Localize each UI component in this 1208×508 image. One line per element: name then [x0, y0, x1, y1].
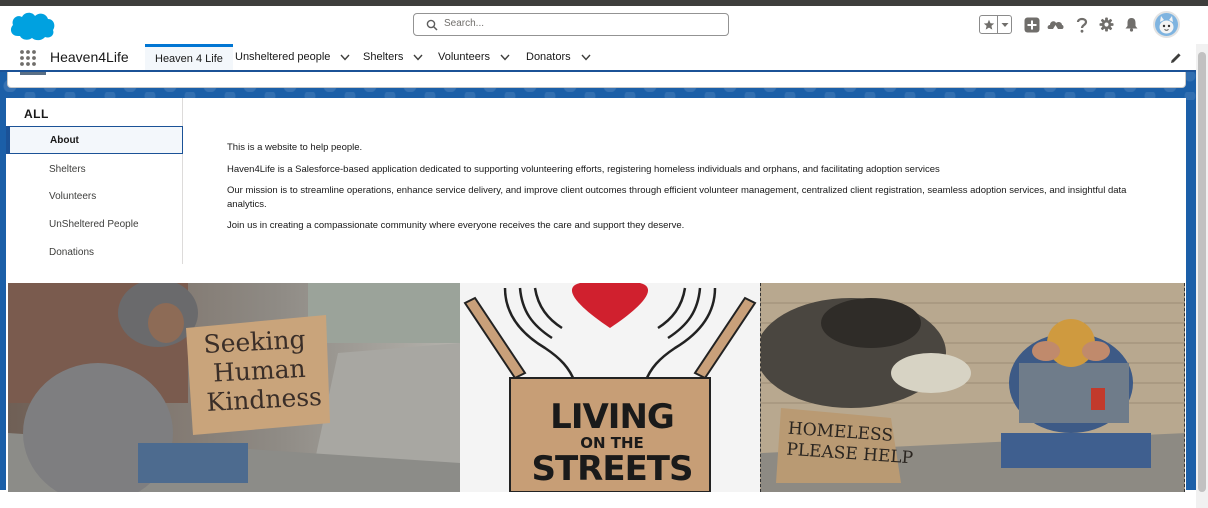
vertical-nav-item-unsheltered-people[interactable]: UnSheltered People — [6, 210, 183, 238]
page-bottom — [0, 492, 1196, 508]
tab-heaven-4-life[interactable]: Heaven 4 Life — [145, 44, 233, 70]
sign-line: LIVING — [550, 397, 675, 437]
global-search-box[interactable]: Search... — [413, 13, 729, 36]
about-paragraph: This is a website to help people. — [227, 142, 363, 153]
homeless-images-banner: Seeking Human Kindness LIVING ON THE STR… — [8, 283, 1185, 492]
favorites-star-icon[interactable] — [980, 16, 999, 33]
app-navigation-bar: Heaven4Life Heaven 4 Life Unsheltered pe… — [0, 44, 1208, 72]
sign-line: STREETS — [531, 449, 694, 489]
global-actions-plus-icon[interactable] — [1023, 16, 1040, 33]
about-content-card: ALL About Shelters Volunteers UnSheltere… — [6, 98, 1186, 282]
global-header: Search... — [0, 6, 1208, 44]
vertical-nav-item-volunteers[interactable]: Volunteers — [6, 182, 183, 210]
tab-label: Donators — [526, 51, 571, 63]
app-launcher-icon[interactable] — [19, 49, 37, 67]
chevron-down-icon[interactable] — [581, 54, 591, 61]
sign-text-3: HOMELESS PLEASE HELP — [786, 419, 915, 470]
salesforce-cloud-logo[interactable] — [8, 10, 56, 42]
notifications-bell-icon[interactable] — [1123, 16, 1140, 33]
tab-label: Volunteers — [438, 51, 490, 63]
about-paragraph: Our mission is to streamline operations,… — [227, 185, 1127, 210]
homeless-please-help-image: HOMELESS PLEASE HELP — [760, 283, 1185, 492]
chevron-down-icon[interactable] — [413, 54, 423, 61]
search-placeholder: Search... — [444, 18, 485, 29]
chevron-down-icon[interactable] — [340, 54, 350, 61]
sign-line: Kindness — [205, 381, 323, 417]
tab-shelters[interactable]: Shelters — [363, 44, 423, 70]
header-card-bottom — [7, 72, 1186, 88]
sign-text-2: LIVING ON THE STREETS — [512, 399, 712, 487]
seeking-human-kindness-image: Seeking Human Kindness — [8, 283, 460, 492]
about-text-block: This is a website to help people. Haven4… — [227, 141, 1147, 241]
vertical-nav-item-label: Shelters — [49, 163, 86, 175]
vertical-navigation: ALL About Shelters Volunteers UnSheltere… — [6, 98, 183, 264]
scrollbar-thumb[interactable] — [1198, 52, 1206, 492]
about-paragraph: Haven4Life is a Salesforce-based applica… — [227, 163, 940, 175]
vertical-nav-item-label: About — [50, 134, 79, 146]
tab-label: Shelters — [363, 51, 404, 63]
page-scrollbar[interactable] — [1196, 44, 1208, 508]
tab-label: Unsheltered people — [235, 51, 331, 63]
card-accent — [20, 72, 46, 75]
page-background-right — [1186, 100, 1196, 490]
vertical-nav-item-donations[interactable]: Donations — [6, 238, 183, 266]
sign-text-1: Seeking Human Kindness — [203, 324, 323, 417]
about-paragraph: Join us in creating a compassionate comm… — [227, 220, 685, 231]
setup-gear-icon[interactable] — [1098, 16, 1115, 33]
vertical-nav-item-label: UnSheltered People — [49, 218, 139, 230]
vertical-nav-item-label: Donations — [49, 246, 95, 258]
app-name: Heaven4Life — [50, 49, 129, 65]
search-icon — [426, 19, 438, 31]
chevron-down-icon[interactable] — [500, 54, 510, 61]
vertical-nav-heading: ALL — [24, 107, 49, 121]
tab-label: Heaven 4 Life — [155, 52, 223, 65]
trailhead-icon[interactable] — [1047, 16, 1064, 33]
vertical-nav-item-label: Volunteers — [49, 190, 97, 202]
user-avatar[interactable] — [1153, 11, 1180, 38]
vertical-nav-item-about[interactable]: About — [6, 126, 183, 154]
help-question-icon[interactable] — [1073, 16, 1090, 33]
favorites-button-group[interactable] — [979, 15, 1012, 34]
tab-donators[interactable]: Donators — [526, 44, 591, 70]
favorites-dropdown-icon[interactable] — [998, 16, 1011, 33]
living-on-the-streets-image: LIVING ON THE STREETS — [460, 283, 760, 492]
edit-nav-pencil-icon[interactable] — [1170, 52, 1182, 64]
tab-volunteers[interactable]: Volunteers — [438, 44, 510, 70]
tab-unsheltered-people[interactable]: Unsheltered people — [235, 44, 350, 70]
vertical-nav-item-shelters[interactable]: Shelters — [6, 155, 183, 183]
